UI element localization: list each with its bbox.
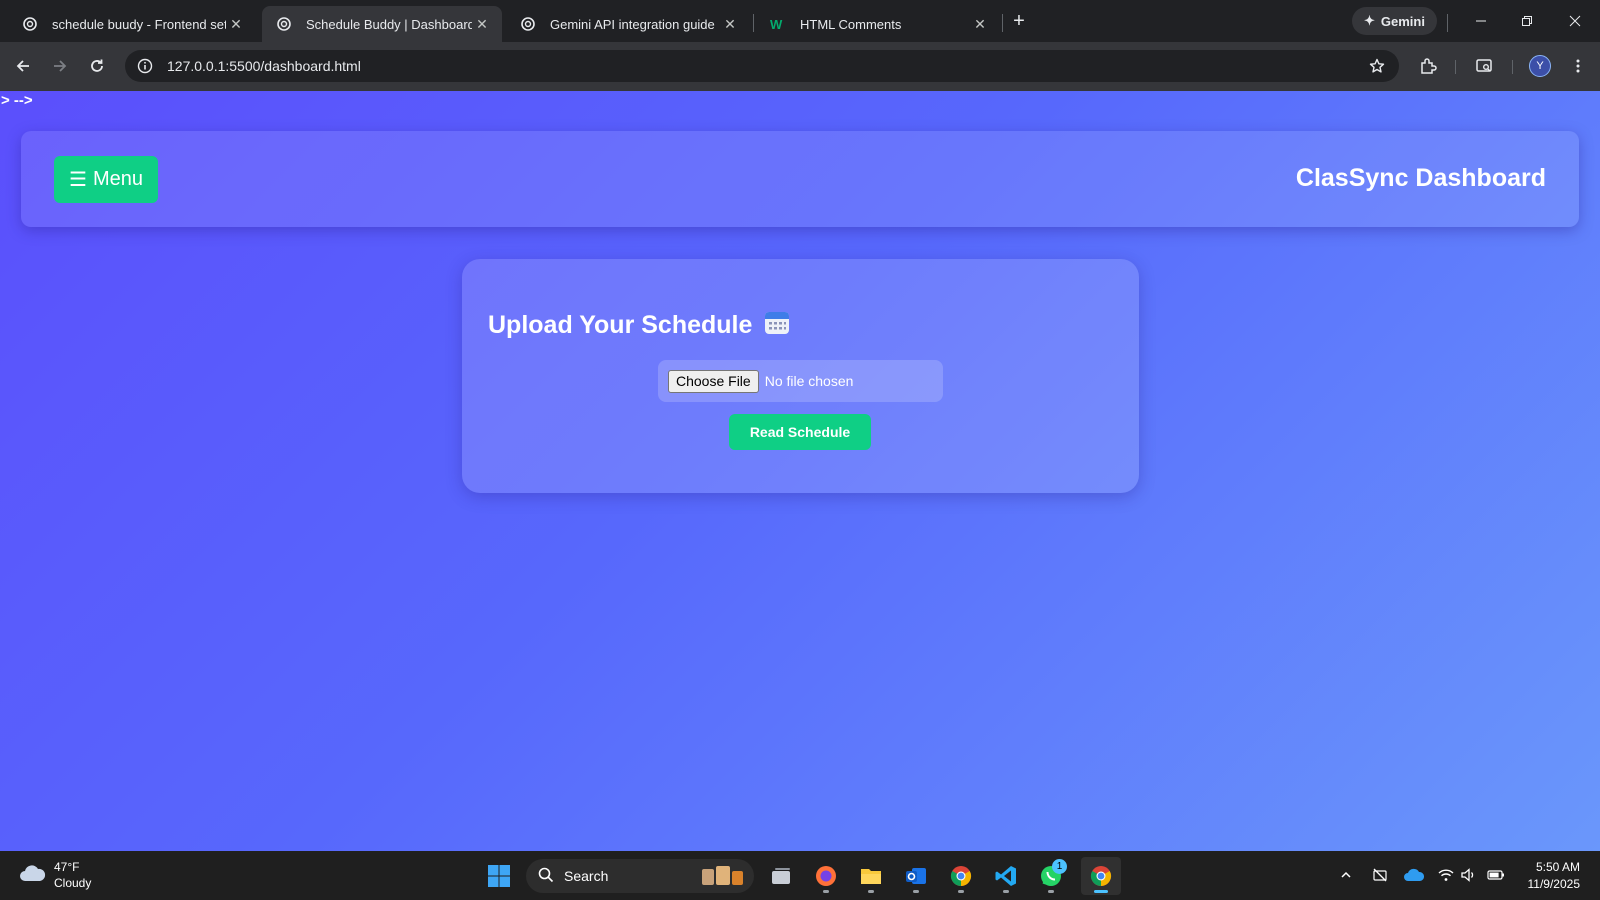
tab-title: Gemini API integration guide — [550, 16, 715, 32]
file-status-text: No file chosen — [764, 373, 854, 389]
running-indicator — [958, 890, 964, 893]
more-menu-icon[interactable] — [1562, 50, 1594, 82]
address-bar[interactable]: 127.0.0.1:5500/dashboard.html — [125, 50, 1399, 82]
file-explorer-icon[interactable] — [851, 857, 891, 895]
search-icon — [538, 867, 554, 886]
tab-separator — [1447, 14, 1448, 32]
windows-taskbar: 47°F Cloudy Search 1 5:50 AM 11/9/2025 — [0, 851, 1600, 900]
clock-date: 11/9/2025 — [1527, 877, 1581, 891]
running-indicator — [1094, 890, 1108, 893]
running-indicator — [868, 890, 874, 893]
tab-schedule-buddy-dashboard[interactable]: Schedule Buddy | Dashboard ✕ — [262, 6, 502, 42]
bookmark-star-icon[interactable] — [1361, 50, 1393, 82]
menu-button[interactable]: ☰ Menu — [54, 156, 158, 203]
tab-strip: schedule buudy - Frontend setu ✕ Schedul… — [0, 0, 1600, 42]
close-tab-icon[interactable]: ✕ — [226, 14, 246, 34]
running-indicator — [1003, 890, 1009, 893]
dashboard-header: ☰ Menu ClasSync Dashboard — [21, 131, 1579, 227]
calendar-icon — [764, 309, 790, 342]
tab-html-comments[interactable]: W HTML Comments ✕ — [756, 6, 1000, 42]
reload-icon[interactable] — [81, 50, 113, 82]
back-icon[interactable] — [7, 50, 39, 82]
sparkle-icon: ✦ — [1364, 13, 1375, 28]
outlook-icon[interactable] — [896, 857, 936, 895]
chatgpt-icon — [22, 16, 38, 32]
tab-title: schedule buudy - Frontend setu — [52, 16, 226, 32]
site-info-icon[interactable] — [129, 50, 161, 82]
taskbar-search[interactable]: Search — [526, 859, 754, 893]
onedrive-icon[interactable] — [1402, 863, 1426, 887]
read-schedule-button[interactable]: Read Schedule — [729, 414, 871, 450]
tab-separator — [1002, 14, 1003, 32]
gemini-button[interactable]: ✦ Gemini — [1352, 7, 1437, 35]
volume-icon[interactable] — [1457, 863, 1481, 887]
firefox-icon[interactable] — [806, 857, 846, 895]
close-window-icon[interactable] — [1557, 8, 1593, 34]
running-indicator — [823, 890, 829, 893]
tab-title: Schedule Buddy | Dashboard — [306, 16, 472, 32]
browser-toolbar: 127.0.0.1:5500/dashboard.html Y — [0, 42, 1600, 91]
chrome-profile-icon[interactable] — [1081, 857, 1121, 895]
w3schools-icon: W — [770, 16, 786, 32]
weather-temp: 47°F — [54, 860, 80, 874]
gemini-label: Gemini — [1380, 13, 1425, 29]
search-label: Search — [564, 868, 609, 884]
menu-label: Menu — [92, 168, 143, 190]
globe-icon — [276, 16, 292, 32]
close-tab-icon[interactable]: ✕ — [970, 14, 990, 34]
new-tab-icon[interactable]: + — [1008, 10, 1030, 32]
cloud-icon — [18, 863, 46, 888]
upload-card: Upload Your Schedule Choose File No file… — [462, 259, 1139, 493]
dashboard-title: ClasSync Dashboard — [1295, 164, 1546, 192]
stray-comment-text: > --> — [1, 92, 33, 109]
whatsapp-icon[interactable]: 1 — [1031, 857, 1071, 895]
taskbar-clock[interactable]: 5:50 AM 11/9/2025 — [1528, 859, 1581, 893]
weather-desc: Cloudy — [54, 876, 92, 890]
upload-title: Upload Your Schedule — [488, 311, 753, 339]
toolbar-divider — [1455, 60, 1456, 74]
profile-initial: Y — [1529, 55, 1551, 77]
tab-title: HTML Comments — [800, 16, 902, 32]
tab-search-icon[interactable] — [1468, 50, 1500, 82]
close-tab-icon[interactable]: ✕ — [720, 14, 740, 34]
battery-icon[interactable] — [1484, 863, 1508, 887]
windows-logo-icon — [488, 865, 510, 887]
start-button[interactable] — [479, 857, 519, 895]
tab-separator — [753, 14, 754, 32]
chevron-up-icon[interactable] — [1334, 863, 1358, 887]
close-tab-icon[interactable]: ✕ — [472, 14, 492, 34]
upload-heading: Upload Your Schedule — [488, 309, 790, 342]
hamburger-icon: ☰ — [69, 169, 87, 191]
url-text[interactable]: 127.0.0.1:5500/dashboard.html — [167, 58, 1361, 74]
running-indicator — [913, 890, 919, 893]
file-input[interactable]: Choose File No file chosen — [658, 360, 943, 402]
wifi-icon[interactable] — [1434, 863, 1458, 887]
task-view-icon[interactable] — [761, 857, 801, 895]
running-indicator — [1048, 890, 1054, 893]
page-viewport: > --> ☰ Menu ClasSync Dashboard Upload Y… — [0, 91, 1600, 851]
choose-file-button[interactable]: Choose File — [668, 369, 759, 393]
chrome-icon[interactable] — [941, 857, 981, 895]
tab-gemini-api-guide[interactable]: Gemini API integration guide ✕ — [506, 6, 750, 42]
vscode-icon[interactable] — [986, 857, 1026, 895]
minimize-icon[interactable] — [1463, 8, 1499, 34]
profile-avatar[interactable]: Y — [1524, 50, 1556, 82]
tab-schedule-buudy[interactable]: schedule buudy - Frontend setu ✕ — [8, 6, 256, 42]
chatgpt-icon — [520, 16, 536, 32]
forward-icon[interactable] — [44, 50, 76, 82]
extensions-icon[interactable] — [1412, 50, 1444, 82]
search-highlight-icon — [700, 863, 746, 890]
toolbar-divider — [1512, 60, 1513, 74]
svg-text:W: W — [770, 17, 783, 32]
location-off-icon[interactable] — [1368, 863, 1392, 887]
restore-icon[interactable] — [1509, 8, 1545, 34]
notification-badge: 1 — [1052, 859, 1067, 874]
weather-widget[interactable]: 47°F Cloudy — [18, 859, 91, 891]
clock-time: 5:50 AM — [1535, 860, 1580, 874]
